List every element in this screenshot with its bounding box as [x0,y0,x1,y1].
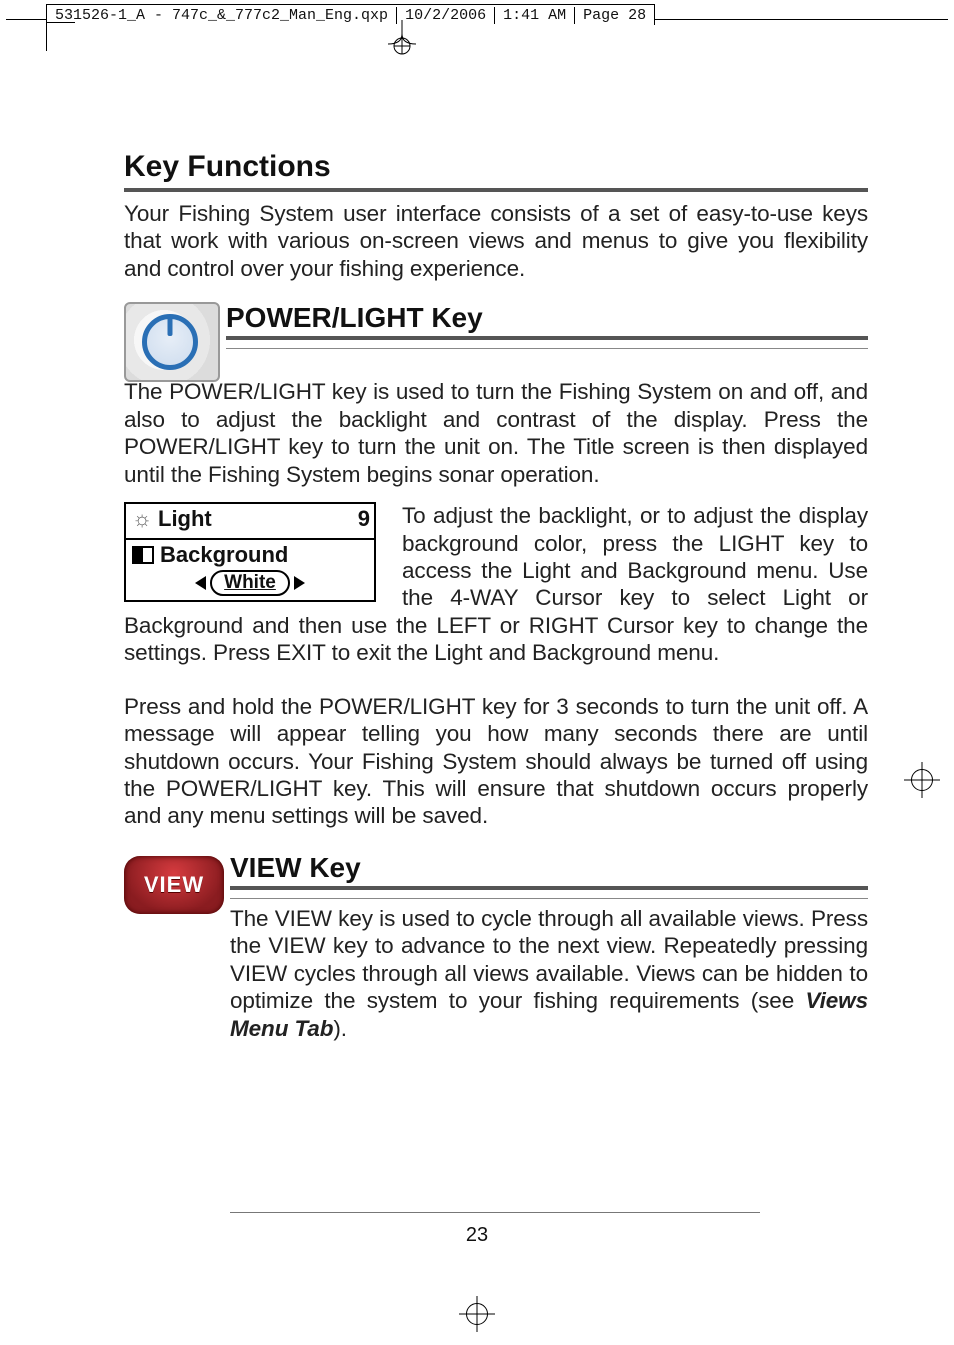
para-view-text-a: The VIEW key is used to cycle through al… [230,906,868,1013]
light-background-menu: ☼ Light 9 Background White [124,502,376,602]
header-time: 1:41 AM [495,7,575,24]
header-filename: 531526-1_A - 747c_&_777c2_Man_Eng.qxp [47,7,397,24]
rule-thin [226,348,868,349]
registration-mark-bottom [459,1296,495,1332]
para-intro: Your Fishing System user interface consi… [124,200,868,282]
para-view: The VIEW key is used to cycle through al… [230,905,868,1042]
footer-rule [230,1212,760,1213]
page-number: 23 [0,1224,954,1247]
heading-key-functions: Key Functions [124,150,868,184]
heading-view: VIEW Key [230,852,868,884]
print-header: 531526-1_A - 747c_&_777c2_Man_Eng.qxp 10… [0,0,954,25]
header-date: 10/2/2006 [397,7,495,24]
para-view-text-b: ). [333,1016,347,1041]
view-key-label: VIEW [144,872,204,898]
heading-power-light: POWER/LIGHT Key [226,302,868,334]
background-icon [132,546,154,564]
rule-thin [230,898,868,899]
light-icon: ☼ [132,509,152,529]
view-key-icon: VIEW [124,856,224,914]
right-arrow-icon [294,576,305,590]
background-label: Background [160,542,288,568]
background-value: White [210,570,290,596]
rule-heavy [230,886,868,890]
header-page: Page 28 [575,7,654,24]
para-power-3: Press and hold the POWER/LIGHT key for 3… [124,693,868,830]
para-power-1: The POWER/LIGHT key is used to turn the … [124,378,868,488]
light-value: 9 [358,506,370,532]
left-arrow-icon [195,576,206,590]
registration-mark-right [904,762,940,798]
rule-heavy [124,188,868,192]
crop-mark-tl [46,22,75,51]
light-label: Light [158,506,212,532]
power-light-key-icon [124,302,220,382]
rule-heavy [226,336,868,340]
page-content: Key Functions Your Fishing System user i… [124,150,868,1056]
